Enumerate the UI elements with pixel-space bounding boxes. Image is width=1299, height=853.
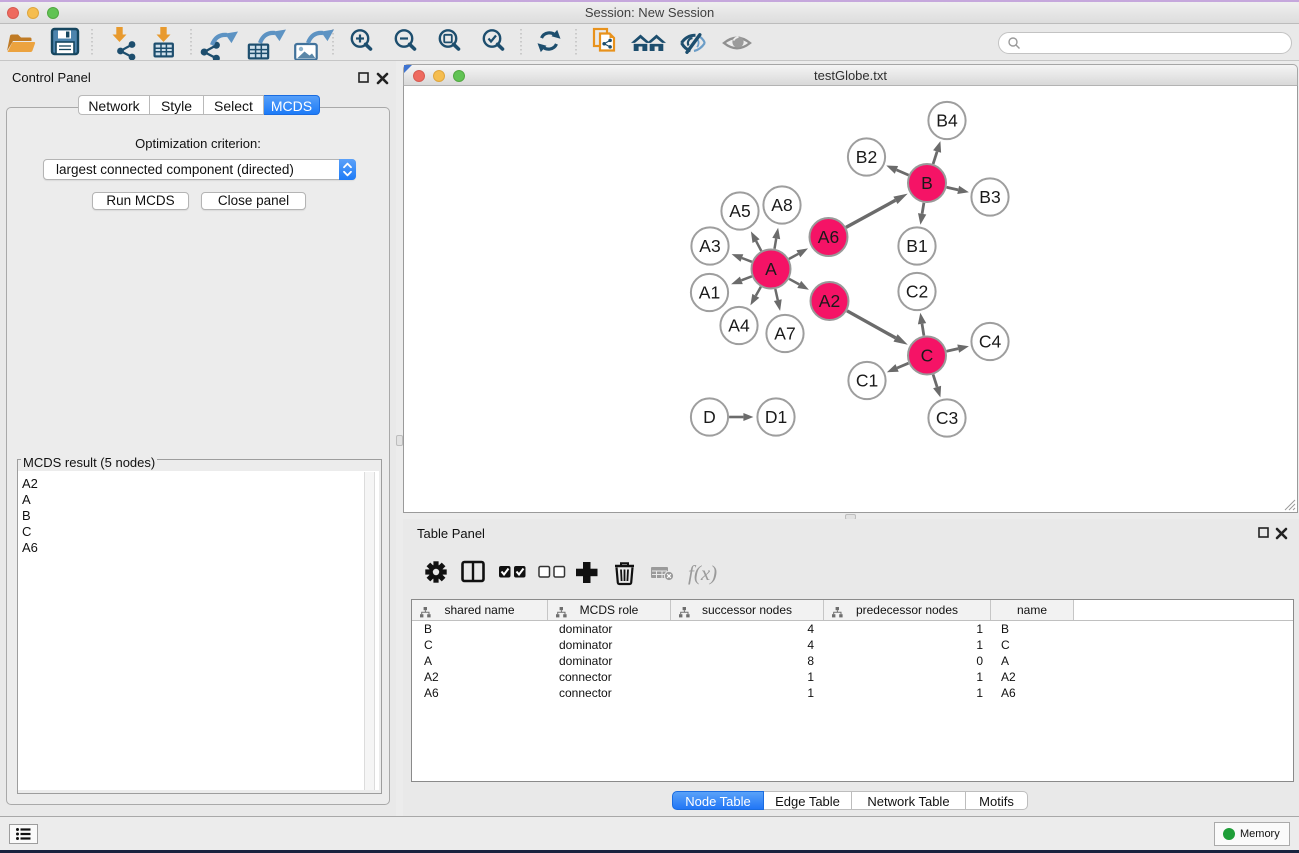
svg-text:f(x): f(x)	[688, 561, 717, 585]
